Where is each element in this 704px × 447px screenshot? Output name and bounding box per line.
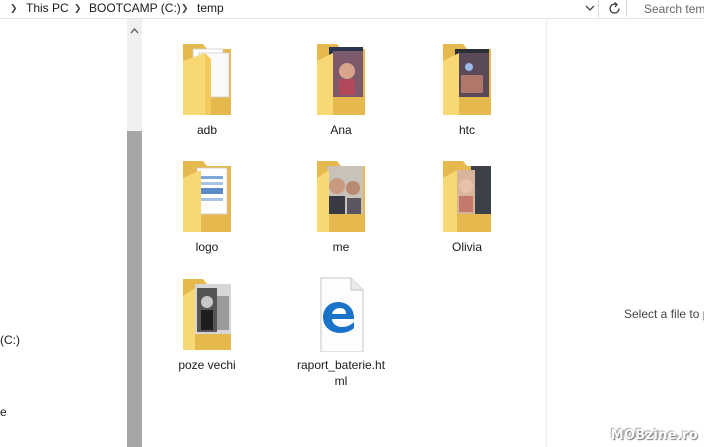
- breadcrumb-separator-icon[interactable]: ❯: [74, 1, 82, 15]
- folder-icon: [169, 158, 245, 234]
- file-name-label: raport_baterie.html: [296, 358, 386, 388]
- folder-icon: [169, 276, 245, 352]
- file-item-raport-baterie[interactable]: raport_baterie.html: [286, 276, 396, 389]
- file-name-label: adb: [196, 123, 218, 137]
- preview-pane-message: Select a file to p: [624, 307, 704, 321]
- refresh-button[interactable]: [604, 0, 627, 17]
- breadcrumb-separator-icon[interactable]: ❯: [10, 1, 18, 15]
- file-name-label: Ana: [330, 123, 352, 137]
- watermark: MOBzine.ro: [610, 428, 698, 443]
- chevron-down-icon[interactable]: [584, 2, 596, 14]
- address-bar-row: ❯ This PC ❯ BOOTCAMP (C:) ❯ temp: [0, 0, 704, 19]
- file-name-label: poze vechi: [178, 358, 236, 372]
- breadcrumb-this-pc[interactable]: This PC: [26, 1, 69, 15]
- search-box[interactable]: [636, 0, 704, 17]
- file-name-label: Olivia: [451, 240, 482, 254]
- folder-icon: [303, 41, 379, 117]
- address-bar[interactable]: ❯ This PC ❯ BOOTCAMP (C:) ❯ temp: [0, 0, 599, 17]
- folder-item-ana[interactable]: Ana: [286, 41, 396, 138]
- folder-item-adb[interactable]: adb: [152, 41, 262, 138]
- folder-item-poze-vechi[interactable]: poze vechi: [152, 276, 262, 373]
- breadcrumb-temp[interactable]: temp: [197, 1, 224, 15]
- nav-item-partial[interactable]: e: [0, 405, 7, 419]
- folder-item-olivia[interactable]: Olivia: [412, 158, 522, 255]
- folder-icon: [429, 41, 505, 117]
- refresh-icon: [609, 2, 620, 14]
- folder-icon: [303, 158, 379, 234]
- preview-pane: Select a file to p: [547, 19, 704, 447]
- nav-item-drive-c[interactable]: (C:): [0, 333, 20, 347]
- search-input[interactable]: [636, 1, 704, 17]
- html-file-icon: [303, 276, 379, 353]
- breadcrumb-bootcamp[interactable]: BOOTCAMP (C:): [89, 1, 181, 15]
- folder-icon: [169, 41, 245, 117]
- scrollbar-thumb[interactable]: [127, 131, 142, 447]
- file-list-view: adb Ana htc logo me Olivia poze vechi ra…: [142, 19, 546, 447]
- nav-pane-scrollbar[interactable]: [127, 19, 142, 447]
- folder-icon: [429, 158, 505, 234]
- file-name-label: me: [332, 240, 350, 254]
- file-name-label: htc: [458, 123, 475, 137]
- breadcrumb-separator-icon[interactable]: ❯: [181, 1, 189, 15]
- folder-item-me[interactable]: me: [286, 158, 396, 255]
- file-name-label: logo: [195, 240, 219, 254]
- folder-item-logo[interactable]: logo: [152, 158, 262, 255]
- navigation-pane: (C:) e: [0, 19, 127, 447]
- scroll-up-arrow-icon[interactable]: [127, 25, 142, 37]
- folder-item-htc[interactable]: htc: [412, 41, 522, 138]
